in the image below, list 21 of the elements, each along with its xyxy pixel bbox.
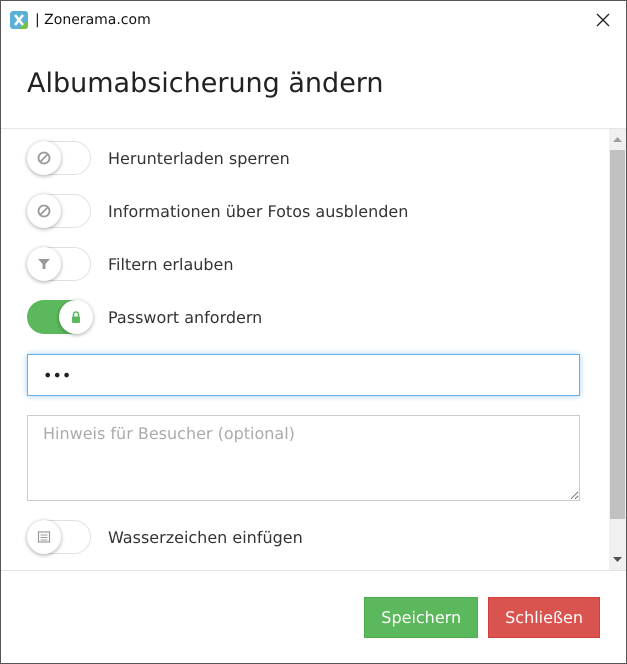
- option-label: Wasserzeichen einfügen: [108, 528, 303, 546]
- app-logo-icon: [9, 10, 29, 30]
- save-button[interactable]: Speichern: [364, 596, 478, 638]
- scrollbar[interactable]: [609, 129, 626, 570]
- scroll-down-icon[interactable]: [613, 557, 622, 562]
- image-frame-icon: [37, 530, 51, 544]
- funnel-icon: [37, 257, 51, 271]
- window-title: | Zonerama.com: [35, 12, 152, 28]
- hint-field[interactable]: Hinweis für Besucher (optional): [27, 415, 580, 501]
- blocked-icon: [37, 151, 51, 165]
- blocked-icon: [37, 204, 51, 218]
- option-label: Passwort anfordern: [108, 308, 262, 326]
- option-label: Herunterladen sperren: [108, 148, 290, 168]
- option-label: Informationen über Fotos ausblenden: [108, 202, 408, 220]
- password-field[interactable]: •••: [27, 354, 580, 396]
- close-button[interactable]: Schließen: [488, 596, 600, 638]
- lock-icon: [69, 310, 83, 324]
- scroll-up-icon[interactable]: [613, 137, 622, 142]
- option-label: Filtern erlauben: [108, 254, 234, 274]
- toggle-switch[interactable]: [27, 300, 91, 334]
- dialog-title: Albumabsicherung ändern: [27, 68, 384, 99]
